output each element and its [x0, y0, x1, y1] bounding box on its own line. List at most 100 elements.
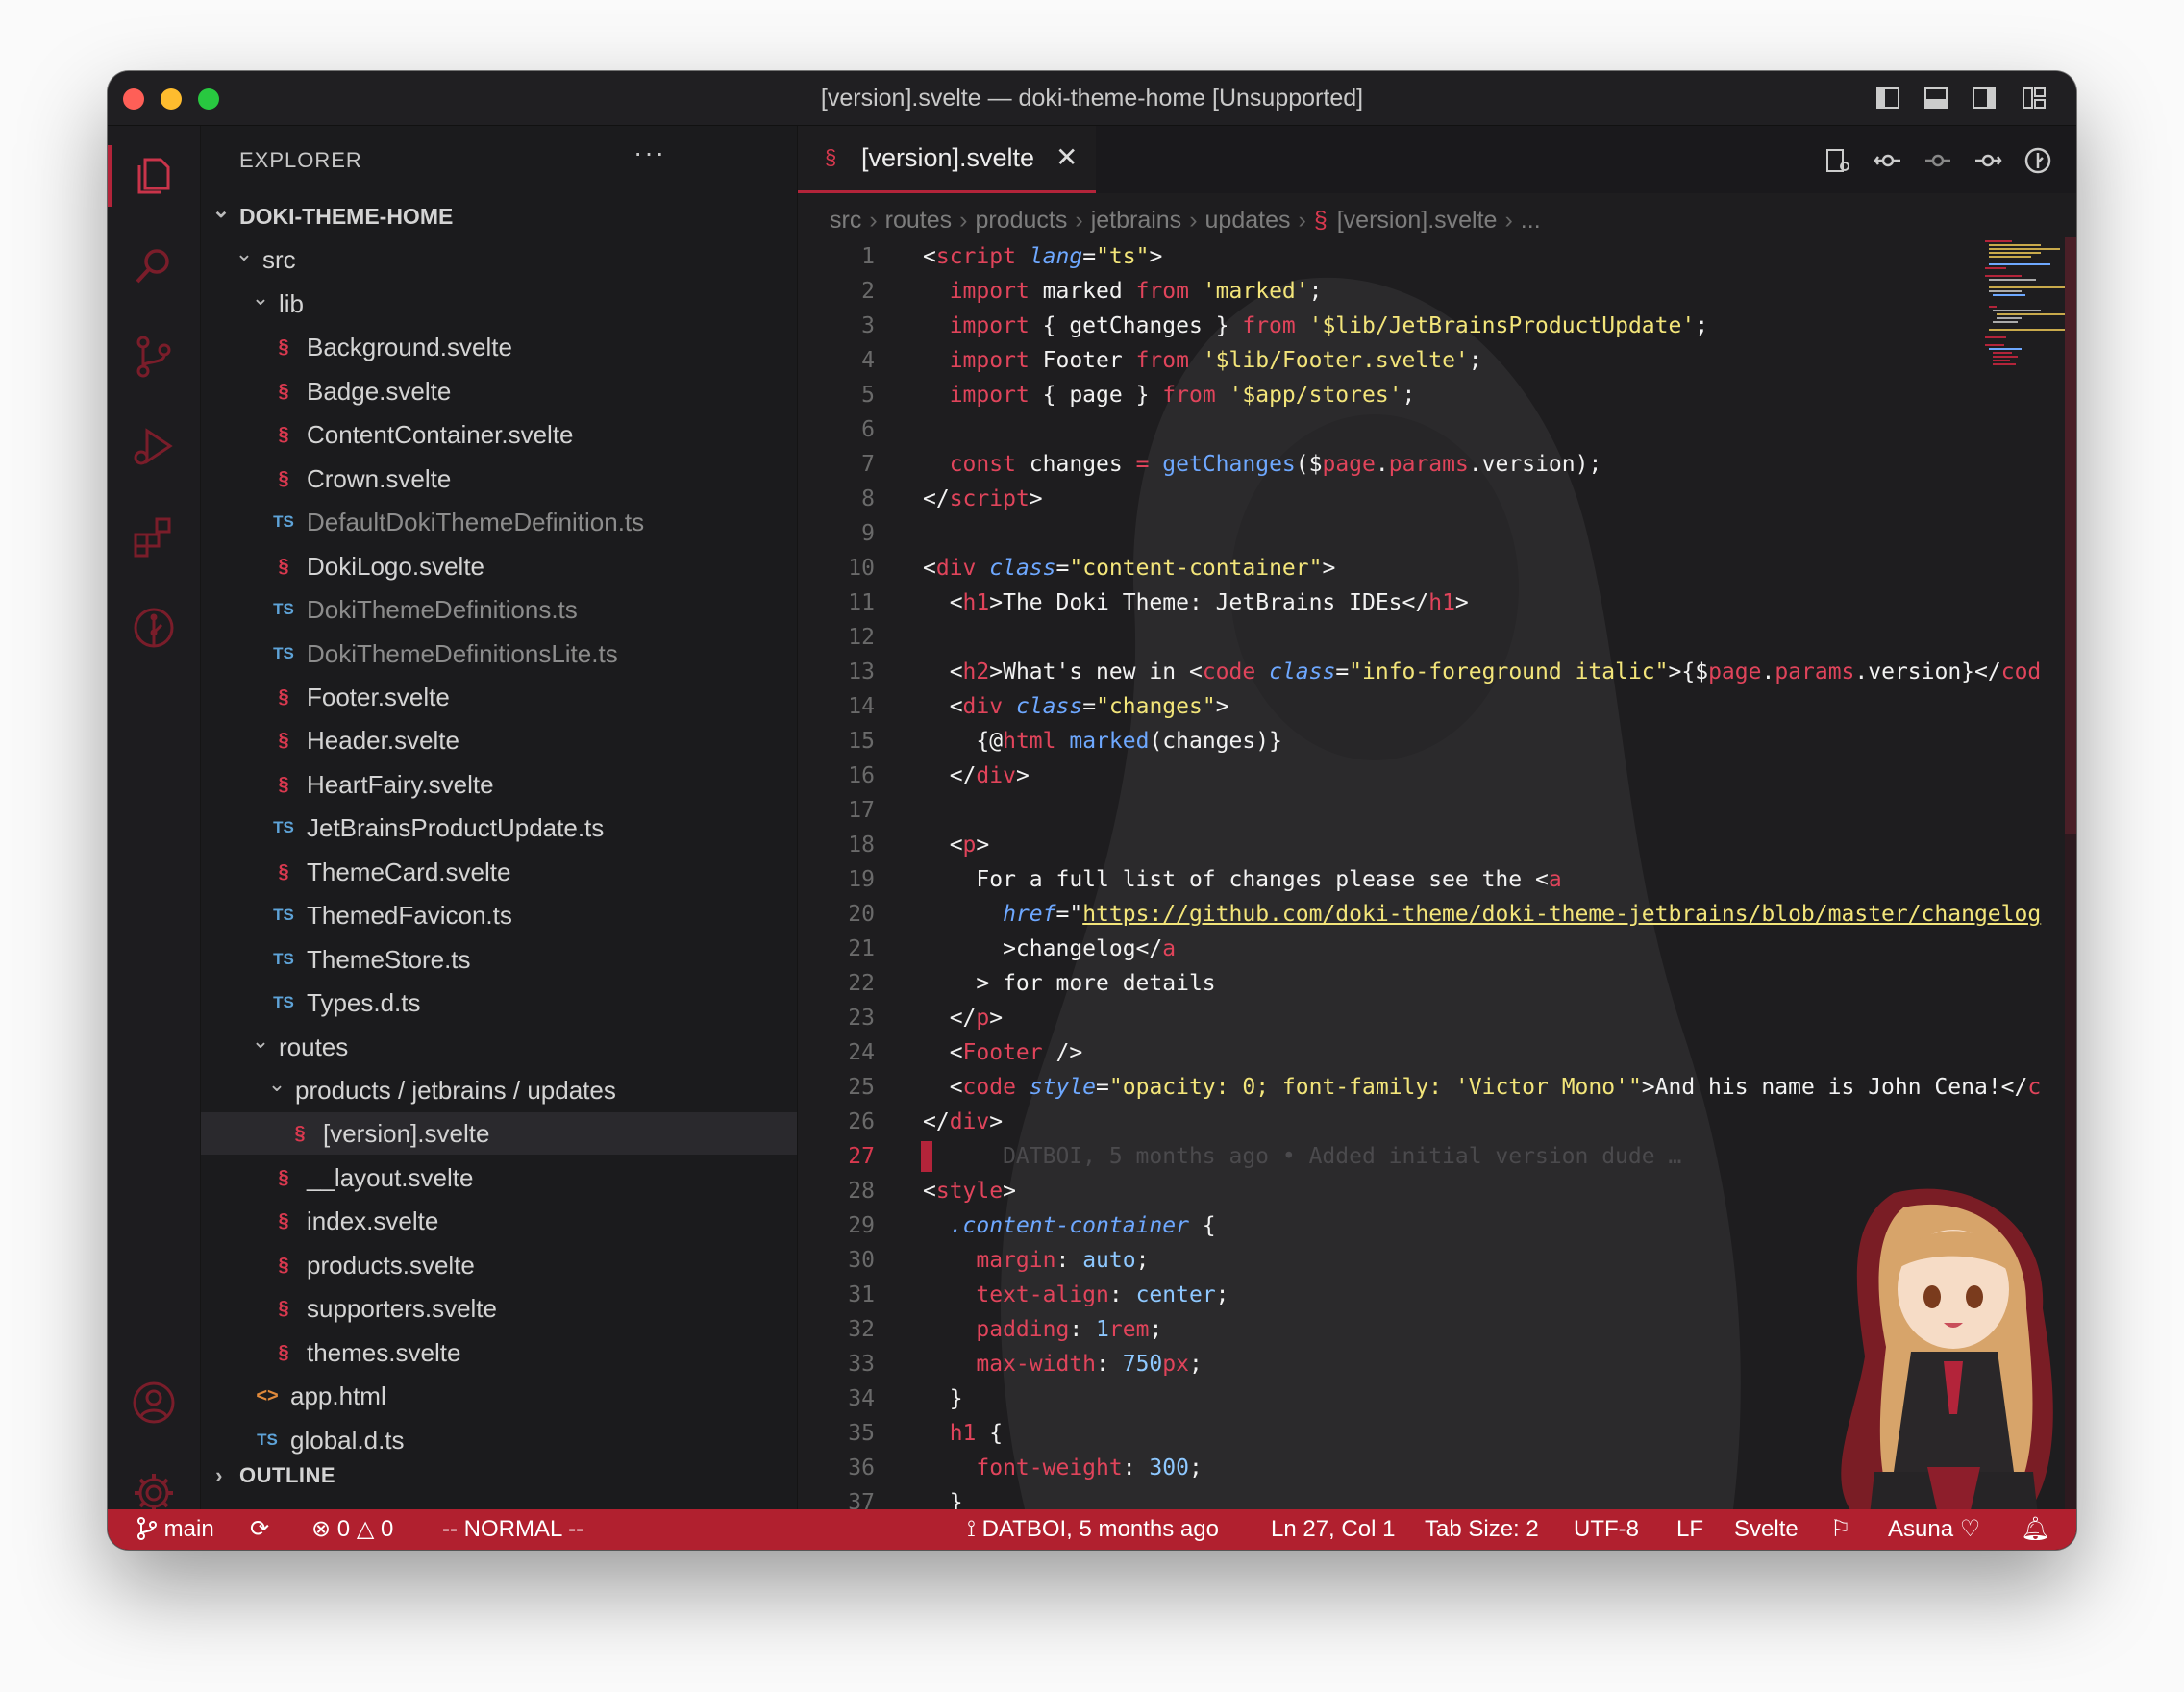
code-line[interactable]: 21 >changelog</a	[798, 932, 1990, 966]
minimap[interactable]	[1983, 239, 2070, 432]
tree-item-svelte[interactable]: § ThemeCard.svelte	[201, 851, 797, 893]
code-line[interactable]: 35 h1 {	[798, 1416, 1990, 1451]
code-line[interactable]: 11 <h1>The Doki Theme: JetBrains IDEs</h…	[798, 585, 1990, 620]
tree-item-svelte[interactable]: § Background.svelte	[201, 326, 797, 368]
code-line[interactable]: 25 <code style="opacity: 0; font-family:…	[798, 1070, 2041, 1105]
code-line[interactable]: 2 import marked from 'marked';	[798, 274, 1990, 309]
source-control-icon[interactable]	[127, 330, 181, 384]
code-line[interactable]: 34 }	[798, 1381, 1990, 1416]
code-line[interactable]: 17	[798, 793, 1990, 828]
code-line[interactable]: 31 text-align: center;	[798, 1278, 1990, 1312]
problems-indicator[interactable]: ⊗ 0 △ 0	[311, 1509, 393, 1550]
tree-item-svelte[interactable]: § Header.svelte	[201, 719, 797, 761]
tree-item-svelte[interactable]: § __layout.svelte	[201, 1157, 797, 1199]
tree-item-svelte[interactable]: § index.svelte	[201, 1200, 797, 1242]
search-icon[interactable]	[127, 239, 181, 293]
branch-indicator[interactable]: main	[136, 1509, 214, 1550]
code-line[interactable]: 29 .content-container {	[798, 1208, 1990, 1243]
code-line[interactable]: 20 href="https://github.com/doki-theme/d…	[798, 897, 2041, 932]
feedback-icon[interactable]: ⚐	[1830, 1509, 1851, 1550]
git-graph-icon[interactable]	[127, 601, 181, 655]
next-change-icon[interactable]	[1973, 145, 2003, 176]
tree-root-folder[interactable]: ⌄ DOKI-THEME-HOME	[201, 195, 797, 237]
sync-icon[interactable]: ⟳	[250, 1509, 269, 1550]
breadcrumb-item[interactable]: ...	[1521, 207, 1541, 234]
breadcrumb-item[interactable]: [version].svelte	[1337, 207, 1498, 234]
code-line[interactable]: 28 <style>	[798, 1174, 1990, 1208]
customize-layout-icon[interactable]	[2021, 85, 2048, 112]
code-line[interactable]: 12	[798, 620, 1990, 655]
toggle-primary-sidebar-icon[interactable]	[1874, 85, 1901, 112]
code-line[interactable]: 18 <p>	[798, 828, 1990, 862]
explorer-more-actions[interactable]: ···	[633, 137, 666, 168]
previous-change-icon[interactable]	[1873, 145, 1903, 176]
code-line[interactable]: 5 import { page } from '$app/stores';	[798, 378, 1990, 412]
commit-icon[interactable]	[1923, 145, 1953, 176]
code-line[interactable]: 14 <div class="changes">	[798, 689, 1990, 724]
tree-item-ts[interactable]: TS JetBrainsProductUpdate.ts	[201, 807, 797, 849]
extensions-icon[interactable]	[127, 510, 181, 564]
toggle-panel-icon[interactable]	[1923, 85, 1949, 112]
code-line[interactable]: 24 <Footer />	[798, 1035, 1990, 1070]
breadcrumb-item[interactable]: routes	[885, 207, 952, 234]
end-of-line[interactable]: LF	[1676, 1509, 1703, 1550]
code-line[interactable]: 27 DATBOI, 5 months ago • Added initial …	[798, 1139, 1990, 1174]
tree-item-svelte[interactable]: § [version].svelte	[201, 1112, 797, 1156]
tree-item-ts[interactable]: TS DokiThemeDefinitions.ts	[201, 588, 797, 631]
code-line[interactable]: 8 </script>	[798, 482, 1990, 516]
code-line[interactable]: 9	[798, 516, 1990, 551]
breadcrumb-item[interactable]: jetbrains	[1091, 207, 1182, 234]
code-line[interactable]: 10 <div class="content-container">	[798, 551, 1990, 585]
tab-version-svelte[interactable]: § [version].svelte ✕	[798, 126, 1096, 193]
code-line[interactable]: 13 <h2>What's new in <code class="info-f…	[798, 655, 2041, 689]
code-line[interactable]: 6	[798, 412, 1990, 447]
code-line[interactable]: 26 </div>	[798, 1105, 1990, 1139]
tree-item-svelte[interactable]: § Badge.svelte	[201, 370, 797, 412]
close-tab-icon[interactable]: ✕	[1055, 141, 1078, 173]
git-history-icon[interactable]	[2023, 145, 2053, 176]
code-line[interactable]: 1 <script lang="ts">	[798, 239, 1990, 274]
git-blame-status[interactable]: ⟟ DATBOI, 5 months ago	[967, 1509, 1219, 1550]
tree-item-folder[interactable]: ⌄ routes	[201, 1026, 797, 1068]
code-line[interactable]: 7 const changes = getChanges($page.param…	[798, 447, 1990, 482]
breadcrumb-item[interactable]: products	[975, 207, 1067, 234]
tree-item-svelte[interactable]: § ContentContainer.svelte	[201, 413, 797, 456]
tree-item-ts[interactable]: TS DokiThemeDefinitionsLite.ts	[201, 633, 797, 675]
explorer-icon[interactable]	[127, 149, 181, 203]
code-line[interactable]: 36 font-weight: 300;	[798, 1451, 1990, 1485]
code-line[interactable]: 4 import Footer from '$lib/Footer.svelte…	[798, 343, 1990, 378]
code-line[interactable]: 16 </div>	[798, 759, 1990, 793]
notifications-bell-icon[interactable]: 🔔︎	[2021, 1509, 2049, 1550]
theme-indicator[interactable]: Asuna ♡	[1888, 1509, 1980, 1550]
code-line[interactable]: 33 max-width: 750px;	[798, 1347, 1990, 1381]
tab-size[interactable]: Tab Size: 2	[1425, 1509, 1539, 1550]
tree-item-ts[interactable]: TS DefaultDokiThemeDefinition.ts	[201, 501, 797, 543]
code-line[interactable]: 32 padding: 1rem;	[798, 1312, 1990, 1347]
breadcrumb-item[interactable]: updates	[1205, 207, 1291, 234]
code-line[interactable]: 15 {@html marked(changes)}	[798, 724, 1990, 759]
sidebar-section-outline[interactable]: › OUTLINE	[201, 1455, 797, 1497]
tree-item-svelte[interactable]: § HeartFairy.svelte	[201, 763, 797, 806]
cursor-position[interactable]: Ln 27, Col 1	[1271, 1509, 1395, 1550]
tree-item-ts[interactable]: TS Types.d.ts	[201, 982, 797, 1024]
account-icon[interactable]	[127, 1376, 181, 1430]
tree-item-ts[interactable]: TS ThemeStore.ts	[201, 938, 797, 981]
tree-item-folder[interactable]: ⌄ lib	[201, 283, 797, 325]
code-line[interactable]: 3 import { getChanges } from '$lib/JetBr…	[798, 309, 1990, 343]
language-mode[interactable]: Svelte	[1734, 1509, 1799, 1550]
tree-item-svelte[interactable]: § supporters.svelte	[201, 1287, 797, 1330]
tree-item-ts[interactable]: TS ThemedFavicon.ts	[201, 894, 797, 936]
tree-item-svelte[interactable]: § DokiLogo.svelte	[201, 545, 797, 587]
code-line[interactable]: 30 margin: auto;	[798, 1243, 1990, 1278]
code-editor[interactable]: 1 <script lang="ts"> 2 import marked from …	[798, 239, 2041, 1550]
toggle-secondary-sidebar-icon[interactable]	[1971, 85, 1998, 112]
open-preview-icon[interactable]	[1823, 145, 1853, 176]
tree-item-folder[interactable]: ⌄ products / jetbrains / updates	[201, 1069, 797, 1111]
code-line[interactable]: 22 > for more details	[798, 966, 1990, 1001]
tree-item-svelte[interactable]: § Footer.svelte	[201, 676, 797, 718]
code-line[interactable]: 19 For a full list of changes please see…	[798, 862, 1990, 897]
breadcrumb-item[interactable]: src	[830, 207, 861, 234]
tree-item-svelte[interactable]: § Crown.svelte	[201, 458, 797, 500]
code-line[interactable]: 23 </p>	[798, 1001, 1990, 1035]
tree-item-svelte[interactable]: § products.svelte	[201, 1244, 797, 1286]
